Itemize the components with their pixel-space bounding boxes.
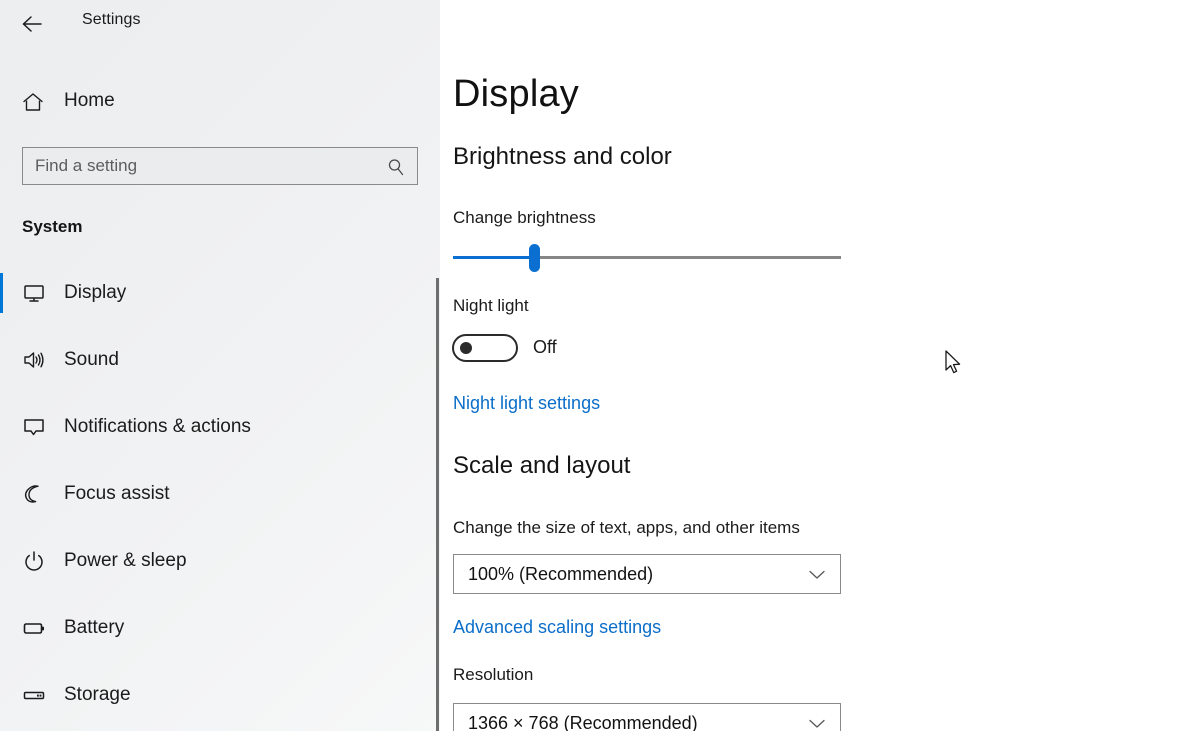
sidebar-item-power-sleep-label: Power & sleep (64, 550, 187, 571)
sidebar-item-storage-label: Storage (64, 684, 131, 705)
back-button[interactable] (14, 6, 52, 42)
sidebar-item-notifications-label: Notifications & actions (64, 416, 251, 437)
sidebar-item-notifications[interactable]: Notifications & actions (0, 404, 437, 450)
arrow-left-icon (22, 16, 42, 32)
night-light-label: Night light (453, 296, 529, 315)
chat-bubble-icon (20, 413, 48, 441)
sidebar-scrollbar[interactable] (436, 278, 439, 731)
brightness-and-color-heading: Brightness and color (453, 143, 672, 170)
main-content: Display Brightness and color Change brig… (440, 0, 1200, 731)
sidebar-item-display-label: Display (64, 282, 127, 303)
search-icon[interactable] (386, 157, 406, 177)
toggle-knob (460, 342, 472, 354)
battery-icon (20, 614, 48, 642)
search-input[interactable] (35, 149, 365, 183)
advanced-scaling-settings-link[interactable]: Advanced scaling settings (453, 617, 661, 638)
search-box[interactable] (22, 147, 418, 185)
resolution-dropdown[interactable]: 1366 × 768 (Recommended) (453, 703, 841, 731)
night-light-toggle[interactable] (452, 334, 518, 362)
selected-accent-bar (0, 273, 3, 313)
title-bar: Settings (0, 0, 440, 48)
resolution-label: Resolution (453, 665, 534, 684)
sidebar-nav-list: Display Sound Notifications & actions Fo… (0, 270, 437, 731)
drive-icon (20, 681, 48, 709)
chevron-down-icon (808, 717, 826, 729)
sidebar: Settings Home System (0, 0, 440, 731)
sidebar-item-power-sleep[interactable]: Power & sleep (0, 538, 437, 584)
monitor-icon (20, 279, 48, 307)
sidebar-item-battery-label: Battery (64, 617, 125, 638)
resolution-dropdown-value: 1366 × 768 (Recommended) (468, 713, 698, 731)
change-size-label: Change the size of text, apps, and other… (453, 518, 800, 537)
sidebar-item-storage[interactable]: Storage (0, 672, 437, 718)
scale-and-layout-heading: Scale and layout (453, 452, 631, 479)
settings-window: Settings Home System (0, 0, 1200, 731)
sidebar-item-focus-assist[interactable]: Focus assist (0, 471, 437, 517)
sidebar-item-home[interactable]: Home (0, 80, 418, 122)
power-icon (20, 547, 48, 575)
brightness-slider[interactable] (453, 244, 841, 272)
sidebar-item-battery[interactable]: Battery (0, 605, 437, 651)
sidebar-item-display[interactable]: Display (0, 270, 437, 316)
slider-thumb[interactable] (528, 244, 540, 272)
change-brightness-label: Change brightness (453, 208, 596, 227)
slider-fill (453, 256, 535, 259)
sidebar-section-header: System (22, 217, 83, 236)
scale-dropdown[interactable]: 100% (Recommended) (453, 554, 841, 594)
page-title: Display (453, 73, 579, 115)
sidebar-item-home-label: Home (64, 90, 115, 111)
window-title: Settings (82, 11, 141, 28)
sidebar-item-sound[interactable]: Sound (0, 337, 437, 383)
scale-dropdown-value: 100% (Recommended) (468, 564, 654, 584)
night-light-settings-link[interactable]: Night light settings (453, 393, 600, 414)
sidebar-item-focus-assist-label: Focus assist (64, 483, 170, 504)
sidebar-item-sound-label: Sound (64, 349, 119, 370)
home-icon (20, 89, 46, 115)
night-light-state: Off (533, 337, 557, 357)
speaker-icon (20, 346, 48, 374)
moon-icon (20, 480, 48, 508)
mouse-cursor (945, 350, 965, 378)
chevron-down-icon (808, 568, 826, 580)
